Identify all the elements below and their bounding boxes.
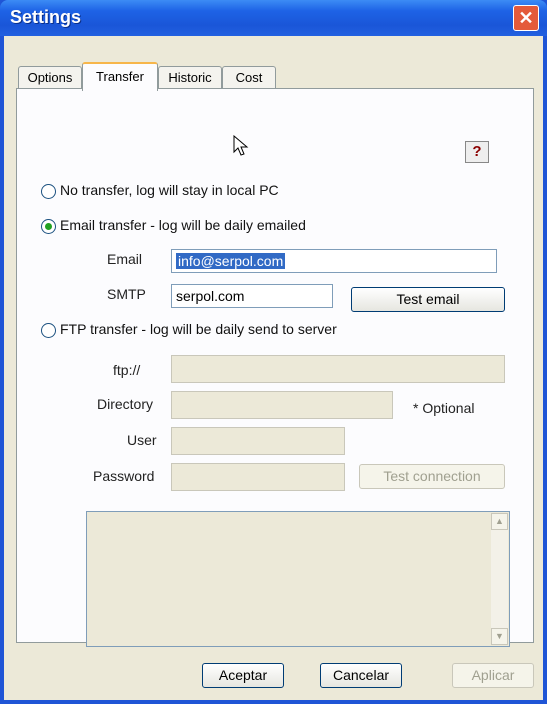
accept-button[interactable]: Aceptar xyxy=(202,663,284,688)
password-field[interactable] xyxy=(171,463,345,491)
smtp-label: SMTP xyxy=(107,286,146,302)
help-icon[interactable]: ? xyxy=(465,141,489,163)
ftp-label: ftp:// xyxy=(113,362,141,378)
test-email-button[interactable]: Test email xyxy=(351,287,505,312)
vertical-scrollbar[interactable]: ▲ ▼ xyxy=(491,513,508,645)
mouse-cursor-icon xyxy=(233,135,249,156)
email-label: Email xyxy=(107,251,143,267)
scroll-up-arrow-icon[interactable]: ▲ xyxy=(491,513,508,530)
email-field[interactable]: info@serpol.com xyxy=(171,249,497,273)
dialog-client-area: Options Transfer Historic Cost ? No tran… xyxy=(4,36,543,700)
radio-ftp-transfer-label: FTP transfer - log will be daily send to… xyxy=(60,321,337,337)
radio-ftp-transfer[interactable]: FTP transfer - log will be daily send to… xyxy=(41,321,337,338)
tab-options[interactable]: Options xyxy=(18,66,82,89)
tab-historic[interactable]: Historic xyxy=(158,66,222,89)
radio-button-checked-icon[interactable] xyxy=(41,218,56,234)
transfer-panel: ? No transfer, log will stay in local PC… xyxy=(16,88,534,647)
optional-note: * Optional xyxy=(413,400,475,416)
directory-label: Directory xyxy=(97,396,154,412)
user-field[interactable] xyxy=(171,427,345,455)
radio-email-transfer-label: Email transfer - log will be daily email… xyxy=(60,217,306,233)
email-value: info@serpol.com xyxy=(176,253,286,269)
smtp-field[interactable]: serpol.com xyxy=(171,284,333,308)
password-label: Password xyxy=(93,468,155,484)
window-title: Settings xyxy=(10,7,82,27)
apply-button[interactable]: Aplicar xyxy=(452,663,534,688)
ftp-field[interactable] xyxy=(171,355,505,383)
radio-button-icon[interactable] xyxy=(41,183,56,199)
tab-cost[interactable]: Cost xyxy=(222,66,276,89)
close-icon[interactable]: ✕ xyxy=(513,5,539,31)
tab-transfer[interactable]: Transfer xyxy=(82,62,158,91)
radio-no-transfer[interactable]: No transfer, log will stay in local PC xyxy=(41,182,279,199)
radio-no-transfer-label: No transfer, log will stay in local PC xyxy=(60,182,279,198)
cancel-button[interactable]: Cancelar xyxy=(320,663,402,688)
log-text-area[interactable]: ▲ ▼ xyxy=(86,511,510,647)
title-bar[interactable]: Settings ✕ xyxy=(0,0,547,36)
radio-email-transfer[interactable]: Email transfer - log will be daily email… xyxy=(41,217,306,234)
test-connection-button[interactable]: Test connection xyxy=(359,464,505,489)
user-label: User xyxy=(127,432,157,448)
settings-window: Settings ✕ Options Transfer Historic Cos… xyxy=(0,0,547,704)
directory-field[interactable] xyxy=(171,391,393,419)
scroll-down-arrow-icon[interactable]: ▼ xyxy=(491,628,508,645)
radio-button-icon[interactable] xyxy=(41,322,56,338)
